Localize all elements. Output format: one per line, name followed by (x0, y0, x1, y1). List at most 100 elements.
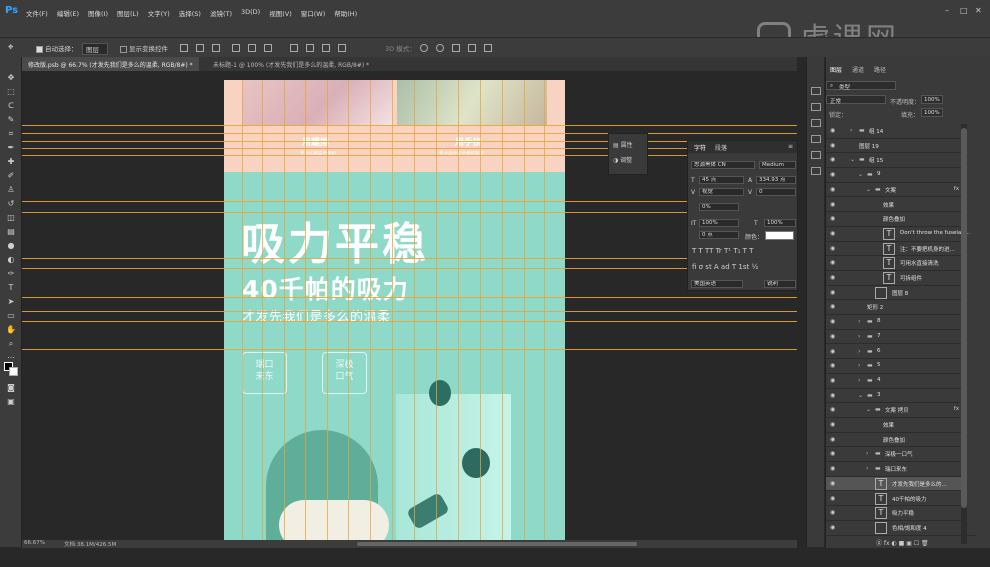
visibility-eye-icon[interactable]: ◉ (830, 303, 835, 310)
collapse-arrow-icon[interactable]: › (850, 127, 852, 134)
expand-arrow-icon[interactable]: ⌄ (866, 186, 871, 193)
visibility-eye-icon[interactable]: ◉ (830, 348, 835, 355)
guide-vertical[interactable] (480, 80, 481, 540)
layer-row[interactable]: ◉ T Don't throw the fuselag... (826, 227, 970, 242)
tracking-field[interactable]: 0 (756, 188, 796, 196)
guide-vertical[interactable] (348, 80, 349, 540)
hscale-field[interactable]: 100% (764, 219, 796, 227)
shape-tool-icon[interactable]: ▭ (6, 311, 16, 320)
kerning-field[interactable]: 视觉 (699, 188, 744, 196)
menu-view[interactable]: 视图(V) (269, 8, 292, 18)
guide-vertical[interactable] (544, 80, 545, 540)
expand-arrow-icon[interactable]: ⌄ (850, 156, 855, 163)
expand-arrow-icon[interactable]: ⌄ (858, 392, 863, 399)
leading-field[interactable]: 334.93 点 (756, 176, 796, 184)
more-tools-icon[interactable]: … (6, 351, 16, 360)
visibility-eye-icon[interactable]: ◉ (830, 245, 835, 252)
auto-select-checkbox[interactable] (36, 45, 43, 53)
screen-mode-icon[interactable]: ▣ (6, 397, 16, 406)
collapse-arrow-icon[interactable]: › (858, 348, 860, 355)
layer-row[interactable]: ◉ T 吸力平稳 (826, 506, 965, 521)
layer-row[interactable]: ◉ T 可用水直接清洗 (826, 256, 965, 271)
collapse-arrow-icon[interactable]: › (858, 318, 860, 325)
show-transform-option[interactable]: 显示变换控件 (120, 43, 168, 53)
menu-select[interactable]: 选择(S) (179, 8, 201, 18)
eyedropper-tool-icon[interactable]: ✒ (6, 143, 16, 152)
menu-3d[interactable]: 3D(D) (241, 8, 260, 18)
visibility-eye-icon[interactable]: ◉ (830, 318, 835, 325)
antialias-select[interactable]: 锐利 (764, 280, 796, 288)
menu-filter[interactable]: 滤镜(T) (210, 8, 232, 18)
collapse-arrow-icon[interactable]: › (866, 450, 868, 457)
guide-vertical[interactable] (327, 80, 328, 540)
layer-row[interactable]: ◉ ⌄ ▬ 组 15 (826, 153, 965, 169)
dodge-tool-icon[interactable]: ◐ (6, 255, 16, 264)
layer-name[interactable]: 才发先我们是多么的... (892, 480, 947, 488)
guide-vertical[interactable] (305, 80, 306, 540)
layer-name[interactable]: 可用水直接清洗 (900, 259, 939, 267)
marquee-tool-icon[interactable]: ⬚ (6, 87, 16, 96)
healing-tool-icon[interactable]: ✚ (6, 157, 16, 166)
collapse-arrow-icon[interactable]: › (858, 362, 860, 369)
layer-name[interactable]: 8 (877, 318, 881, 324)
layer-name[interactable]: 注：不要把机身的进... (900, 245, 955, 253)
visibility-eye-icon[interactable]: ◉ (830, 436, 835, 443)
layer-row[interactable]: ◉ ⌄ ▬ 3 (826, 389, 965, 404)
menu-file[interactable]: 文件(F) (26, 8, 48, 18)
layer-row[interactable]: ◉ 效果 (826, 418, 965, 433)
layer-name[interactable]: 图层 8 (892, 289, 908, 297)
minimize-icon[interactable]: – (945, 6, 949, 15)
layers-scrollbar[interactable] (961, 124, 967, 544)
horizontal-scrollbar[interactable] (357, 542, 637, 546)
layer-row[interactable]: ◉ › ▬ 瑞口来东 (826, 462, 965, 477)
visibility-eye-icon[interactable]: ◉ (830, 259, 835, 266)
visibility-eye-icon[interactable]: ◉ (830, 362, 835, 369)
visibility-eye-icon[interactable]: ◉ (830, 333, 835, 340)
lasso-tool-icon[interactable]: ᑕ (6, 101, 16, 110)
layer-row[interactable]: ◉ 图层 8 (826, 286, 965, 301)
history-brush-tool-icon[interactable]: ↺ (6, 199, 16, 208)
guide-vertical[interactable] (284, 80, 285, 540)
layer-row[interactable]: ◉ T 注：不要把机身的进... (826, 242, 965, 257)
layer-filter-select[interactable]: ⌕ 类型 (826, 81, 896, 91)
layers-scroll-thumb[interactable] (961, 128, 967, 508)
tab-layers[interactable]: 图层 (830, 65, 842, 74)
layer-name[interactable]: 效果 (883, 201, 894, 209)
layer-name[interactable]: 4 (877, 377, 881, 383)
swatches-icon[interactable] (811, 135, 821, 143)
layer-name[interactable]: 颜色叠加 (883, 215, 905, 223)
show-transform-checkbox[interactable] (120, 45, 127, 53)
layer-row[interactable]: ◉ ⌄ ▬ 9 (826, 168, 965, 183)
visibility-eye-icon[interactable]: ◉ (830, 495, 835, 502)
guide-horizontal[interactable] (22, 258, 797, 259)
paragraph-icon[interactable] (811, 167, 821, 175)
stamp-tool-icon[interactable]: ♙ (6, 185, 16, 194)
guide-horizontal[interactable] (22, 349, 797, 350)
layer-name[interactable]: 瑞口来东 (885, 465, 907, 473)
vscale-field[interactable]: 100% (699, 219, 739, 227)
layer-row[interactable]: ◉ › ▬ 5 (826, 359, 965, 374)
layer-row[interactable]: ◉ › ▬ 6 (826, 345, 965, 360)
type-tool-icon[interactable]: T (6, 283, 16, 292)
tab-paths[interactable]: 路径 (874, 65, 886, 74)
guide-vertical[interactable] (262, 80, 263, 540)
document-canvas[interactable]: 用螺捶 用手拼 专业切割安全保护 专业设计安全保护装置 吸力平稳 40千帕的吸力… (224, 80, 565, 540)
opacity-field[interactable]: 100% (921, 95, 943, 104)
fill-field[interactable]: 100% (921, 108, 943, 117)
subheadline-text[interactable]: 40千帕的吸力 (242, 270, 409, 306)
guide-vertical[interactable] (242, 80, 243, 540)
visibility-eye-icon[interactable]: ◉ (830, 274, 835, 281)
maximize-icon[interactable]: □ (960, 6, 968, 15)
3d-slide-icon[interactable] (468, 44, 476, 52)
visibility-eye-icon[interactable]: ◉ (830, 127, 835, 134)
visibility-eye-icon[interactable]: ◉ (830, 230, 835, 237)
layer-name[interactable]: 3 (877, 392, 881, 398)
tab-document-2[interactable]: 未标题-1 @ 100% (才发先我们是多么的温柔, RGB/8#) * (207, 57, 375, 71)
canvas-area[interactable]: 用螺捶 用手拼 专业切割安全保护 专业设计安全保护装置 吸力平稳 40千帕的吸力… (22, 71, 797, 540)
quick-mask-icon[interactable]: ◙ (6, 383, 16, 392)
background-color-swatch[interactable] (9, 367, 18, 376)
layer-name[interactable]: 颜色叠加 (883, 436, 905, 444)
badge-left[interactable]: 瑞口 来东 (242, 352, 287, 394)
menu-window[interactable]: 窗口(W) (301, 8, 326, 18)
guide-vertical[interactable] (458, 80, 459, 540)
